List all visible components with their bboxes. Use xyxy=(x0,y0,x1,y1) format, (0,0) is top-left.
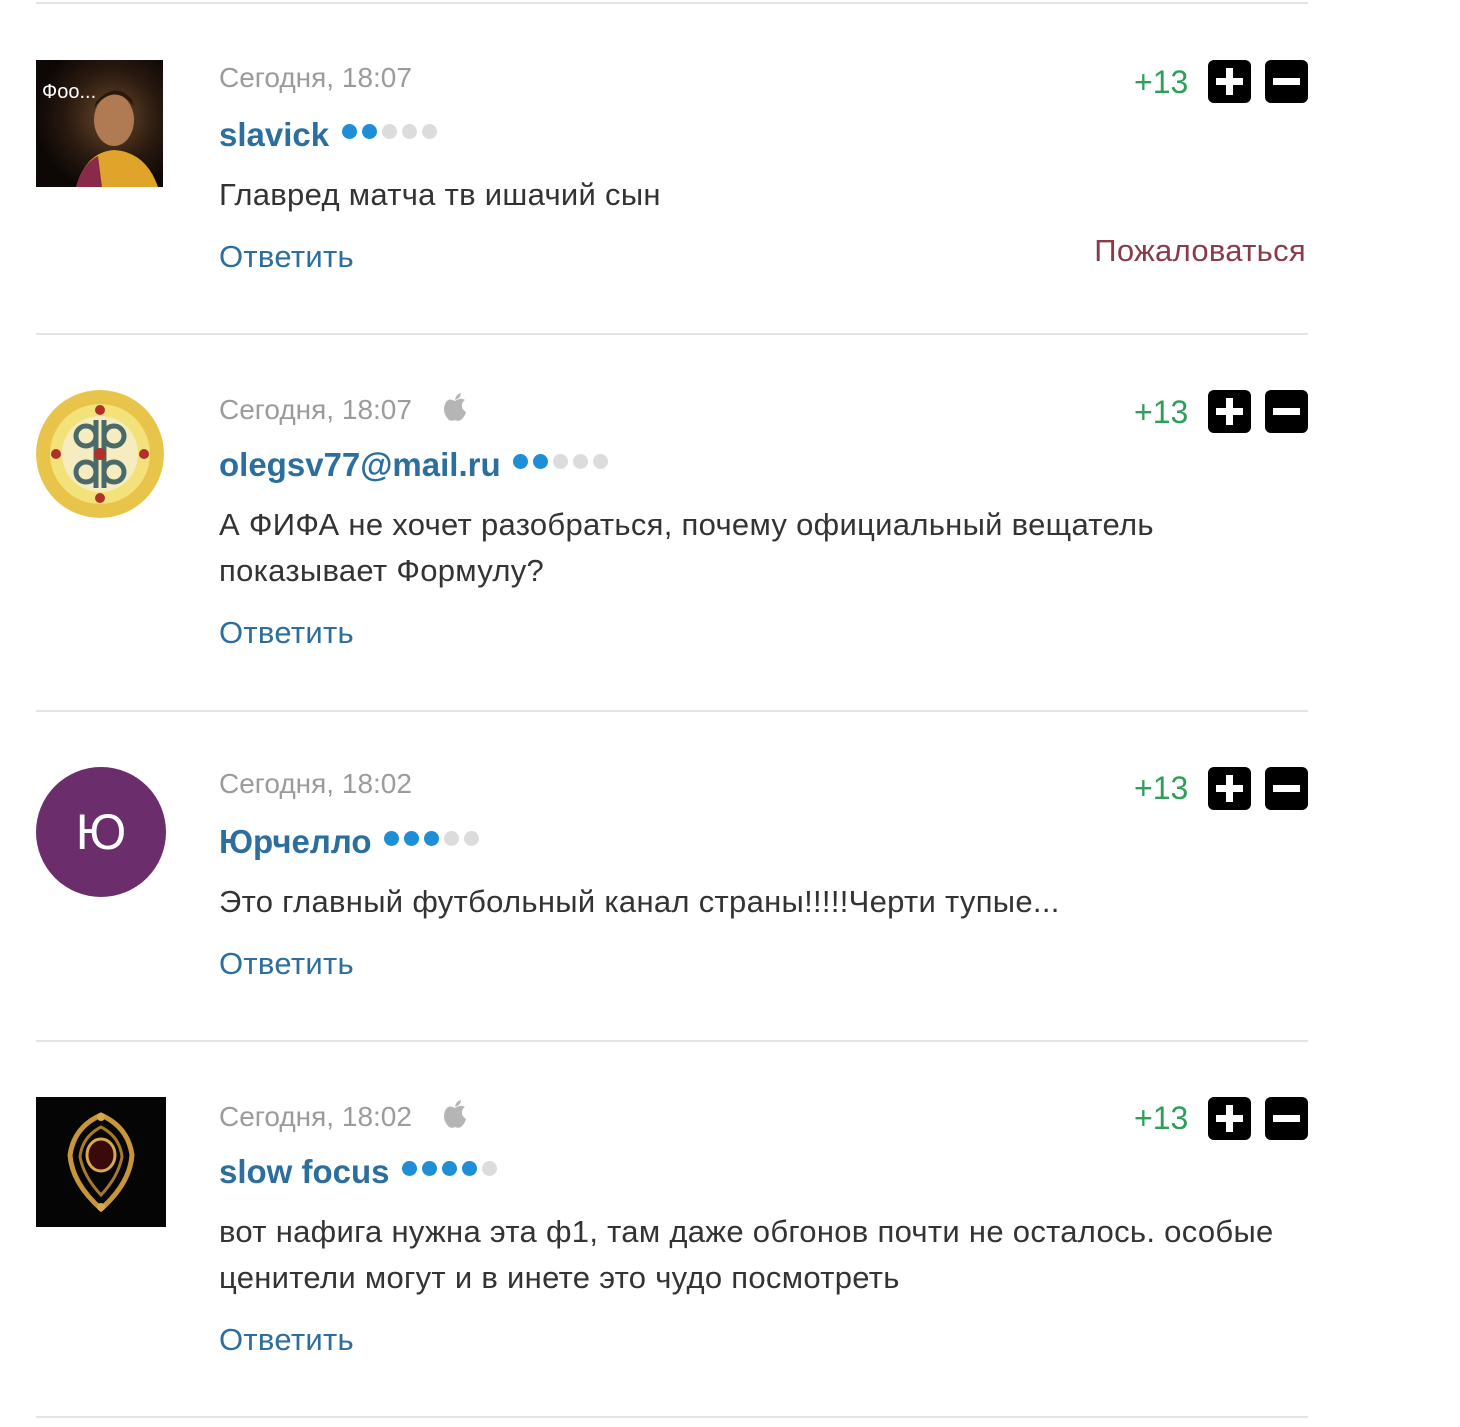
author-name[interactable]: slow focus xyxy=(219,1153,390,1190)
apple-icon xyxy=(442,392,468,429)
avatar[interactable]: Фоо... xyxy=(36,60,163,187)
author-name[interactable]: olegsv77@mail.ru xyxy=(219,446,501,483)
date-text: Сегодня, 18:02 xyxy=(219,1101,412,1132)
avatar-overlay-text: Фоо... xyxy=(42,81,96,103)
date-text: Сегодня, 18:07 xyxy=(219,394,412,425)
avatar-photo: Фоо... xyxy=(36,60,163,187)
comment-divider xyxy=(36,333,1308,335)
user-level-indicator xyxy=(383,822,484,862)
comment-date: Сегодня, 18:02 xyxy=(219,768,412,800)
comment-date: Сегодня, 18:02 xyxy=(219,1099,468,1136)
rating-value: +13 xyxy=(1134,64,1189,100)
avatar-jewel xyxy=(36,1097,166,1227)
rating-value: +13 xyxy=(1134,1100,1189,1136)
reply-link[interactable]: Ответить xyxy=(219,1322,354,1358)
date-text: Сегодня, 18:02 xyxy=(219,768,412,799)
date-text: Сегодня, 18:07 xyxy=(219,62,412,93)
vote-up-button[interactable] xyxy=(1208,1097,1251,1140)
vote-down-button[interactable] xyxy=(1265,60,1308,103)
apple-icon xyxy=(442,1099,468,1136)
comment-text: Это главный футбольный канал страны!!!!!… xyxy=(219,884,1060,919)
user-level-indicator xyxy=(513,445,613,485)
rating-value: +13 xyxy=(1134,394,1189,430)
user-level-indicator xyxy=(401,1152,502,1192)
comment-date: Сегодня, 18:07 xyxy=(219,62,412,94)
comment-date: Сегодня, 18:07 xyxy=(219,392,468,429)
vote-down-button[interactable] xyxy=(1265,767,1308,810)
avatar[interactable] xyxy=(36,1097,166,1227)
rating-value: +13 xyxy=(1134,770,1189,806)
avatar-letter: Ю xyxy=(75,804,127,860)
user-level-indicator xyxy=(341,115,442,155)
avatar[interactable] xyxy=(36,390,164,518)
reply-link[interactable]: Ответить xyxy=(219,615,354,651)
author-name[interactable]: slavick xyxy=(219,116,329,153)
vote-up-button[interactable] xyxy=(1208,767,1251,810)
author-name[interactable]: Юрчелло xyxy=(219,823,372,860)
vote-up-button[interactable] xyxy=(1208,60,1251,103)
comment-text: вот нафига нужна эта ф1, там даже обгоно… xyxy=(219,1214,1274,1295)
avatar[interactable]: Ю xyxy=(36,767,166,897)
vote-down-button[interactable] xyxy=(1265,390,1308,433)
comment-divider xyxy=(36,1040,1308,1042)
complain-link[interactable]: Пожаловаться xyxy=(1094,233,1306,269)
avatar-ornament xyxy=(36,390,164,518)
vote-up-button[interactable] xyxy=(1208,390,1251,433)
reply-link[interactable]: Ответить xyxy=(219,239,354,275)
comment-text: Главред матча тв ишачий сын xyxy=(219,177,661,212)
comment-text: А ФИФА не хочет разобраться, почему офиц… xyxy=(219,507,1154,588)
vote-down-button[interactable] xyxy=(1265,1097,1308,1140)
comment-divider xyxy=(36,710,1308,712)
top-divider xyxy=(36,2,1308,4)
comment-divider xyxy=(36,1416,1308,1418)
reply-link[interactable]: Ответить xyxy=(219,946,354,982)
